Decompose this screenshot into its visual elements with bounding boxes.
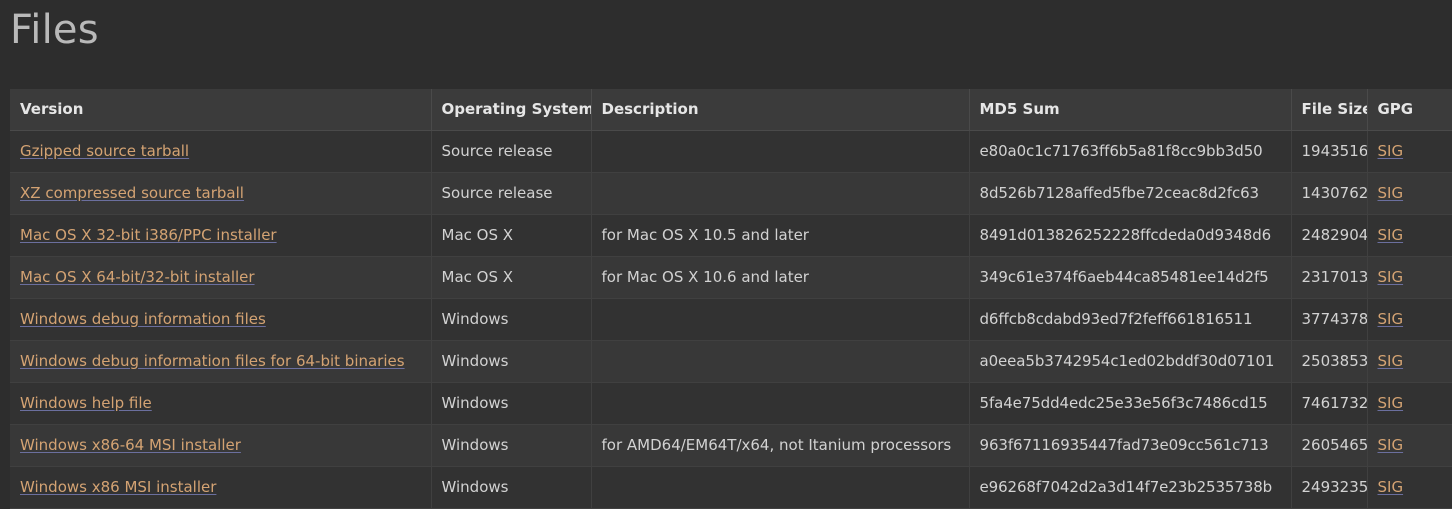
cell-version: Windows x86 MSI installer [10,466,432,509]
cell-operating-system: Source release [431,130,592,173]
download-link[interactable]: Windows debug information files for 64-b… [20,352,405,370]
table-row: Windows help file Windows 5fa4e75dd4edc25e… [10,382,1452,425]
cell-operating-system: Windows [431,382,592,425]
column-header-version[interactable]: Version [10,89,432,131]
table-body: Gzipped source tarball Source release e80a… [10,130,1452,509]
gpg-signature-link[interactable]: SIG [1378,310,1404,328]
cell-operating-system: Mac OS X [431,256,592,299]
cell-file-size: 26054656 [1291,424,1368,467]
gpg-signature-link[interactable]: SIG [1378,184,1404,202]
gpg-signature-link[interactable]: SIG [1378,268,1404,286]
download-link[interactable]: Mac OS X 64-bit/32-bit installer [20,268,255,286]
cell-md5-sum: a0eea5b3742954c1ed02bddf30d07101 [969,340,1292,383]
files-page: Files Version Operating System Descripti… [0,0,1452,509]
table-row: Mac OS X 32-bit i386/PPC installer Mac OS… [10,214,1452,257]
cell-version: Windows help file [10,382,432,425]
cell-gpg: SIG [1367,214,1452,257]
cell-gpg: SIG [1367,130,1452,173]
table-row: Windows x86 MSI installer Windows e96268f7… [10,466,1452,509]
cell-gpg: SIG [1367,256,1452,299]
cell-description [591,466,970,509]
cell-version: Mac OS X 64-bit/32-bit installer [10,256,432,299]
table-row: Windows debug information files Windows d6… [10,298,1452,341]
table-row: Mac OS X 64-bit/32-bit installer Mac OS X… [10,256,1452,299]
download-link[interactable]: Gzipped source tarball [20,142,189,160]
page-title: Files [10,7,99,53]
cell-file-size: 7461732 [1291,382,1368,425]
download-link[interactable]: Windows debug information files [20,310,266,328]
cell-version: Windows debug information files [10,298,432,341]
table-row: Windows debug information files for 64-b… [10,340,1452,383]
cell-gpg: SIG [1367,172,1452,215]
gpg-signature-link[interactable]: SIG [1378,226,1404,244]
cell-gpg: SIG [1367,382,1452,425]
gpg-signature-link[interactable]: SIG [1378,352,1404,370]
gpg-signature-link[interactable]: SIG [1378,142,1404,160]
cell-file-size: 24829047 [1291,214,1368,257]
cell-md5-sum: d6ffcb8cdabd93ed7f2feff661816511 [969,298,1292,341]
cell-file-size: 23170139 [1291,256,1368,299]
download-link[interactable]: Mac OS X 32-bit i386/PPC installer [20,226,277,244]
cell-description [591,382,970,425]
table-header-row: Version Operating System Description MD5… [10,89,1452,131]
gpg-signature-link[interactable]: SIG [1378,478,1404,496]
cell-description: for Mac OS X 10.6 and later [591,256,970,299]
cell-md5-sum: 349c61e374f6aeb44ca85481ee14d2f5 [969,256,1292,299]
column-header-md5-sum[interactable]: MD5 Sum [969,89,1292,131]
download-link[interactable]: XZ compressed source tarball [20,184,244,202]
column-header-operating-system[interactable]: Operating System [431,89,592,131]
cell-description [591,130,970,173]
cell-md5-sum: e96268f7042d2a3d14f7e23b2535738b [969,466,1292,509]
column-header-description[interactable]: Description [591,89,970,131]
cell-operating-system: Windows [431,340,592,383]
download-link[interactable]: Windows help file [20,394,152,412]
table-header: Version Operating System Description MD5… [10,89,1452,131]
cell-version: XZ compressed source tarball [10,172,432,215]
cell-file-size: 24932352 [1291,466,1368,509]
table-row: Windows x86-64 MSI installer Windows for A… [10,424,1452,467]
cell-description: for Mac OS X 10.5 and later [591,214,970,257]
cell-gpg: SIG [1367,340,1452,383]
gpg-signature-link[interactable]: SIG [1378,394,1404,412]
cell-md5-sum: 5fa4e75dd4edc25e33e56f3c7486cd15 [969,382,1292,425]
cell-md5-sum: e80a0c1c71763ff6b5a81f8cc9bb3d50 [969,130,1292,173]
cell-operating-system: Windows [431,424,592,467]
cell-md5-sum: 8491d013826252228ffcdeda0d9348d6 [969,214,1292,257]
gpg-signature-link[interactable]: SIG [1378,436,1404,454]
cell-file-size: 25038530 [1291,340,1368,383]
files-table-container: Version Operating System Description MD5… [10,89,1452,509]
cell-md5-sum: 8d526b7128affed5fbe72ceac8d2fc63 [969,172,1292,215]
cell-file-size: 37743788 [1291,298,1368,341]
table-row: XZ compressed source tarball Source relea… [10,172,1452,215]
cell-operating-system: Windows [431,466,592,509]
table-row: Gzipped source tarball Source release e80a… [10,130,1452,173]
download-link[interactable]: Windows x86-64 MSI installer [20,436,241,454]
cell-version: Gzipped source tarball [10,130,432,173]
download-link[interactable]: Windows x86 MSI installer [20,478,216,496]
cell-description: for AMD64/EM64T/x64, not Itanium process… [591,424,970,467]
cell-gpg: SIG [1367,466,1452,509]
column-header-gpg[interactable]: GPG [1367,89,1452,131]
cell-gpg: SIG [1367,424,1452,467]
cell-version: Windows debug information files for 64-b… [10,340,432,383]
cell-gpg: SIG [1367,298,1452,341]
column-header-file-size[interactable]: File Size [1291,89,1368,131]
cell-description [591,172,970,215]
cell-version: Windows x86-64 MSI installer [10,424,432,467]
cell-md5-sum: 963f67116935447fad73e09cc561c713 [969,424,1292,467]
cell-description [591,298,970,341]
cell-file-size: 14307620 [1291,172,1368,215]
cell-version: Mac OS X 32-bit i386/PPC installer [10,214,432,257]
cell-operating-system: Windows [431,298,592,341]
cell-description [591,340,970,383]
files-table: Version Operating System Description MD5… [10,89,1452,509]
cell-operating-system: Source release [431,172,592,215]
cell-file-size: 19435166 [1291,130,1368,173]
cell-operating-system: Mac OS X [431,214,592,257]
